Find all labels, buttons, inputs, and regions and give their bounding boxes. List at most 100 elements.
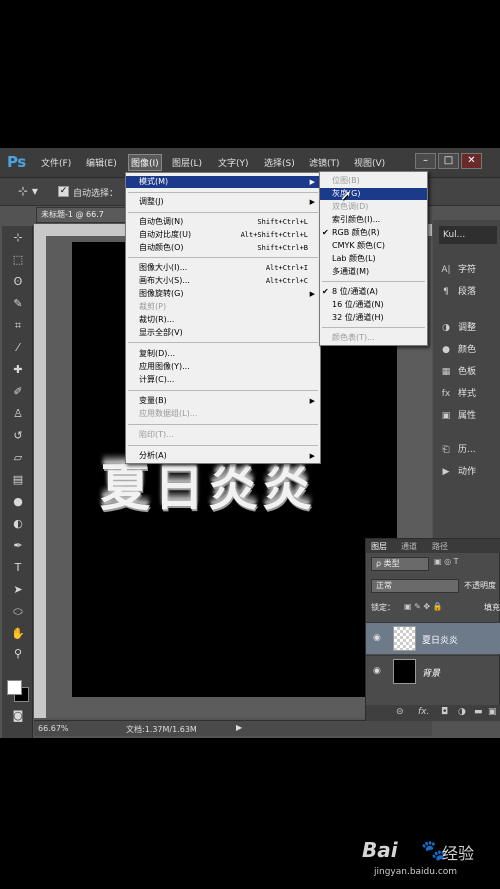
foreground-color-swatch[interactable]	[7, 680, 22, 695]
menu-select[interactable]: 选择(S)	[264, 156, 295, 169]
menu-item-duplicate[interactable]: 复制(D)...	[126, 348, 320, 360]
type-tool-icon[interactable]: T	[9, 560, 27, 576]
status-menu-arrow-icon[interactable]: ▶	[236, 723, 242, 732]
menu-item-apply-data-set: 应用数据组(L)...	[126, 408, 320, 420]
shape-tool-icon[interactable]: ⬭	[9, 604, 27, 620]
menu-item-calculations[interactable]: 计算(C)...	[126, 374, 320, 386]
submenu-item-indexed-color[interactable]: 索引颜色(I)...	[320, 214, 427, 226]
blur-tool-icon[interactable]: ●	[9, 494, 27, 510]
auto-select-checkbox[interactable]: ✓	[58, 186, 69, 197]
pen-tool-icon[interactable]: ✒	[9, 538, 27, 554]
menu-item-apply-image[interactable]: 应用图像(Y)...	[126, 361, 320, 373]
submenu-item-rgb[interactable]: ✔ RGB 颜色(R)	[320, 227, 427, 239]
move-tool-icon[interactable]: ⊹ ▾	[18, 184, 38, 198]
tab-channels[interactable]: 通道	[401, 541, 417, 552]
layer-row[interactable]: ◉ 夏日炎炎	[366, 622, 500, 654]
panel-character[interactable]: A| 字符	[439, 262, 476, 275]
panel-history[interactable]: ⎗ 历...	[439, 442, 475, 455]
menu-item-mode[interactable]: 模式(M) ▶	[126, 176, 320, 188]
submenu-item-16bit[interactable]: 16 位/通道(N)	[320, 299, 427, 311]
marquee-tool-icon[interactable]: ⬚	[9, 252, 27, 268]
gradient-tool-icon[interactable]: ▤	[9, 472, 27, 488]
adjustment-layer-icon[interactable]: ◑	[458, 707, 466, 717]
eyedropper-tool-icon[interactable]: ⁄	[9, 340, 27, 356]
lasso-tool-icon[interactable]: ʘ	[9, 274, 27, 290]
menu-item-label: 模式(M)	[139, 177, 169, 186]
menu-item-image-size[interactable]: 图像大小(I)... Alt+Ctrl+I	[126, 262, 320, 274]
menu-item-trim[interactable]: 裁切(R)...	[126, 314, 320, 326]
menu-edit[interactable]: 编辑(E)	[86, 156, 117, 169]
eye-icon[interactable]: ◉	[373, 666, 381, 676]
zoom-level[interactable]: 66.67%	[38, 724, 69, 733]
menu-layer[interactable]: 图层(L)	[172, 156, 202, 169]
healing-tool-icon[interactable]: ✚	[9, 362, 27, 378]
menu-item-analysis[interactable]: 分析(A) ▶	[126, 450, 320, 462]
layer-row[interactable]: ◉ 背景	[366, 655, 500, 687]
eraser-tool-icon[interactable]: ▱	[9, 450, 27, 466]
submenu-item-label: RGB 颜色(R)	[332, 228, 380, 237]
kuler-panel-button[interactable]: Kul...	[439, 226, 497, 244]
submenu-item-8bit[interactable]: ✔ 8 位/通道(A)	[320, 286, 427, 298]
menu-item-auto-tone[interactable]: 自动色调(N) Shift+Ctrl+L	[126, 216, 320, 228]
layer-filter-select[interactable]: ρ 类型	[371, 557, 429, 571]
menu-item-reveal-all[interactable]: 显示全部(V)	[126, 327, 320, 339]
stamp-tool-icon[interactable]: ♙	[9, 406, 27, 422]
crop-tool-icon[interactable]: ⌗	[9, 318, 27, 334]
menu-type[interactable]: 文字(Y)	[218, 156, 249, 169]
panel-swatches[interactable]: ▦ 色板	[439, 364, 476, 377]
image-menu: 模式(M) ▶ 调整(J) ▶ 自动色调(N) Shift+Ctrl+L 自动对比度(…	[125, 172, 321, 464]
dodge-tool-icon[interactable]: ◐	[9, 516, 27, 532]
menu-item-image-rotation[interactable]: 图像旋转(G) ▶	[126, 288, 320, 300]
zoom-tool-icon[interactable]: ⚲	[9, 646, 27, 662]
menu-item-label: 应用图像(Y)...	[139, 362, 190, 371]
eye-icon[interactable]: ◉	[373, 633, 381, 643]
menu-item-adjustments[interactable]: 调整(J) ▶	[126, 196, 320, 208]
panel-properties[interactable]: ▣ 属性	[439, 408, 476, 421]
quick-select-tool-icon[interactable]: ✎	[9, 296, 27, 312]
panel-actions[interactable]: ▶ 动作	[439, 464, 476, 477]
menu-filter[interactable]: 滤镜(T)	[309, 156, 340, 169]
fx-icon[interactable]: fx.	[418, 707, 429, 717]
tab-layers[interactable]: 图层	[371, 541, 387, 552]
panel-paragraph[interactable]: ¶ 段落	[439, 284, 476, 297]
mask-icon[interactable]: ◘	[441, 707, 448, 717]
menu-item-auto-color[interactable]: 自动颜色(O) Shift+Ctrl+B	[126, 242, 320, 254]
submenu-item-lab[interactable]: Lab 颜色(L)	[320, 253, 427, 265]
hand-tool-icon[interactable]: ✋	[9, 626, 27, 642]
menu-file[interactable]: 文件(F)	[41, 156, 71, 169]
panel-adjustments[interactable]: ◑ 调整	[439, 320, 476, 333]
minimize-button[interactable]: –	[415, 153, 436, 169]
link-icon[interactable]: ⊝	[396, 707, 404, 717]
layer-name[interactable]: 背景	[422, 666, 440, 679]
submenu-item-multichannel[interactable]: 多通道(M)	[320, 266, 427, 278]
menu-item-variables[interactable]: 变量(B) ▶	[126, 395, 320, 407]
fill-label: 填充	[484, 603, 500, 612]
menu-view[interactable]: 视图(V)	[354, 156, 385, 169]
panel-color-label: 颜色	[458, 345, 477, 355]
layer-name[interactable]: 夏日炎炎	[422, 633, 458, 646]
move-tool-icon[interactable]: ⊹	[9, 230, 27, 246]
tab-paths[interactable]: 路径	[432, 541, 448, 552]
maximize-button[interactable]: □	[438, 153, 459, 169]
close-button[interactable]: ✕	[461, 153, 482, 169]
submenu-item-grayscale[interactable]: 灰度(G)	[320, 188, 427, 200]
brush-tool-icon[interactable]: ✐	[9, 384, 27, 400]
panel-actions-label: 动作	[458, 467, 477, 477]
new-layer-icon[interactable]: ▣	[488, 707, 497, 717]
panel-color[interactable]: ● 颜色	[439, 342, 476, 355]
menu-item-auto-contrast[interactable]: 自动对比度(U) Alt+Shift+Ctrl+L	[126, 229, 320, 241]
new-group-icon[interactable]: ▬	[474, 707, 483, 717]
lock-icons[interactable]: ▣ ✎ ✥ 🔒	[404, 602, 459, 622]
panel-paragraph-label: 段落	[458, 287, 477, 297]
path-select-tool-icon[interactable]: ➤	[9, 582, 27, 598]
panel-styles[interactable]: fx 样式	[439, 386, 476, 399]
quick-mask-icon[interactable]: ◙	[9, 708, 27, 724]
menu-image[interactable]: 图像(I)	[128, 154, 162, 171]
filter-icons[interactable]: ▣ ◎ T	[434, 557, 500, 577]
history-brush-tool-icon[interactable]: ↺	[9, 428, 27, 444]
submenu-item-32bit[interactable]: 32 位/通道(H)	[320, 312, 427, 324]
blend-mode-select[interactable]: 正常	[371, 579, 459, 593]
layers-panel-footer: ⊝ fx. ◘ ◑ ▬ ▣	[366, 705, 500, 721]
menu-item-canvas-size[interactable]: 画布大小(S)... Alt+Ctrl+C	[126, 275, 320, 287]
submenu-item-cmyk[interactable]: CMYK 颜色(C)	[320, 240, 427, 252]
